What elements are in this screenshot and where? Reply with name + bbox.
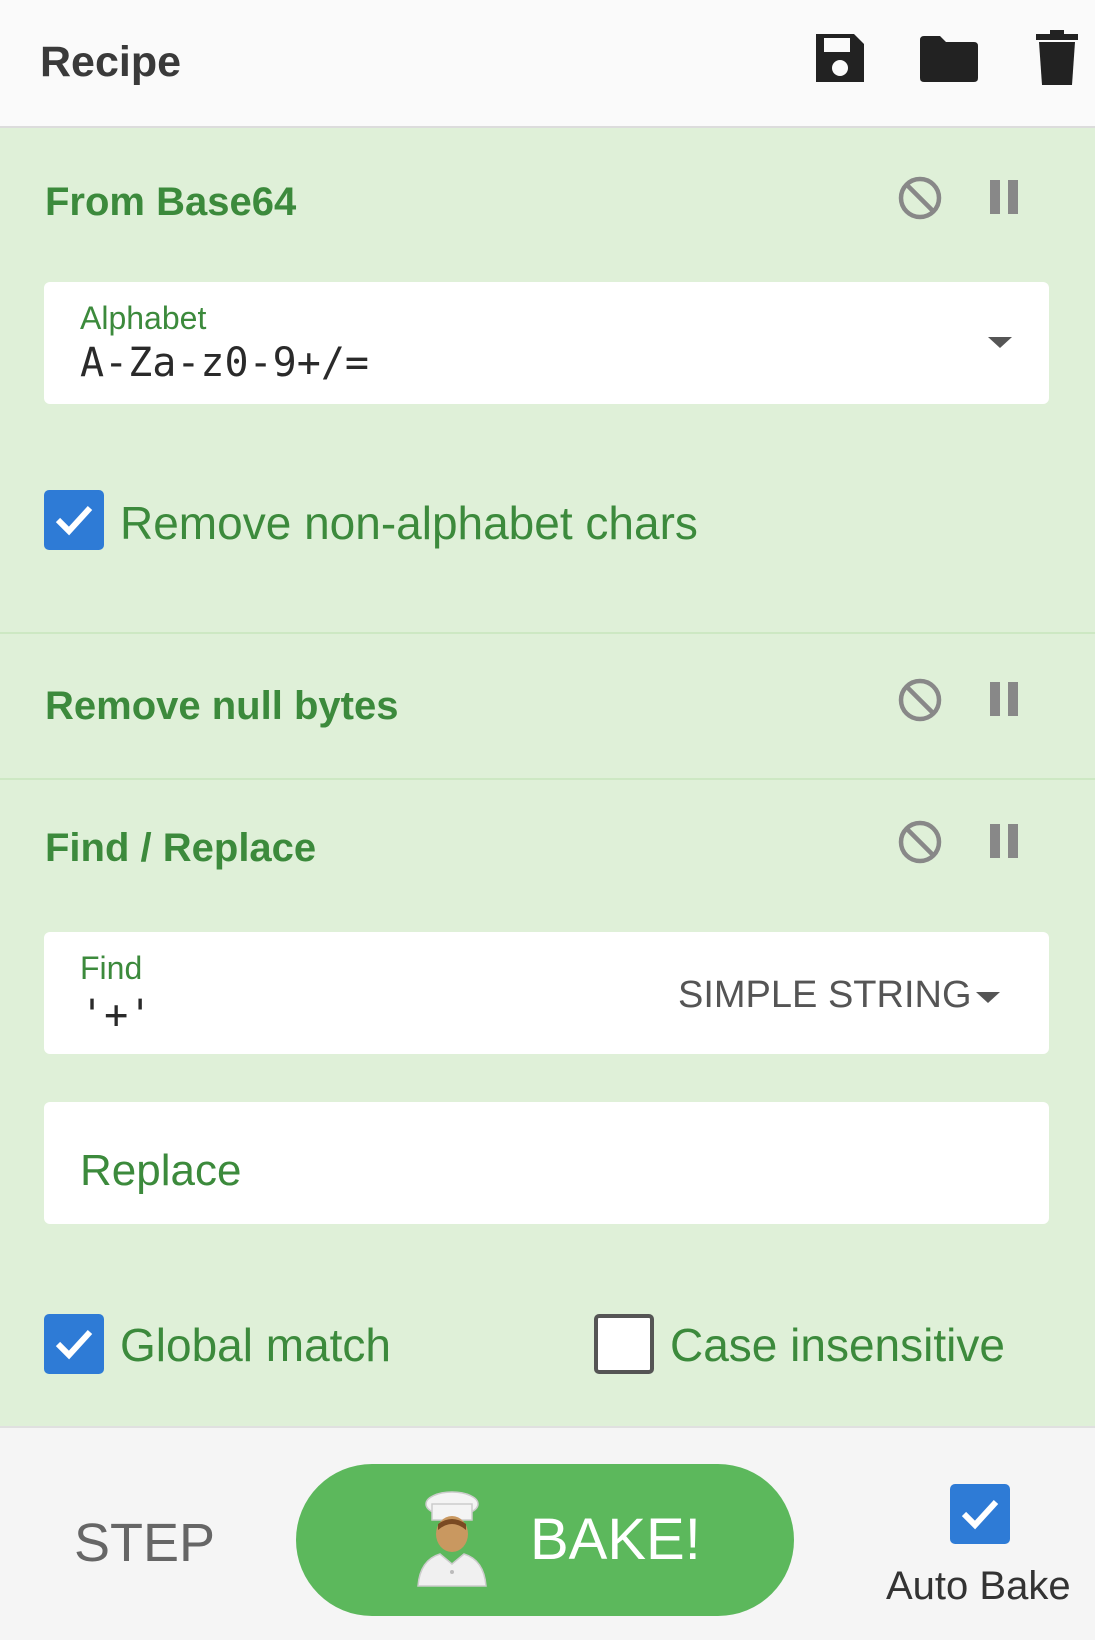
disable-icon[interactable] (896, 818, 944, 870)
case-insensitive-checkbox[interactable] (594, 1314, 654, 1374)
disable-icon[interactable] (896, 676, 944, 728)
global-match-label: Global match (120, 1319, 392, 1371)
chef-icon (412, 1490, 492, 1592)
operation-title: Find / Replace (45, 826, 317, 870)
operation-find-replace: Find / Replace Find '+' SIMPLE STRING Re… (0, 780, 1095, 1426)
step-button[interactable]: STEP (74, 1512, 215, 1574)
trash-icon[interactable] (1036, 30, 1078, 86)
bake-button[interactable]: BAKE! (296, 1464, 794, 1616)
remove-nonalpha-checkbox[interactable] (44, 490, 104, 550)
breakpoint-icon[interactable] (990, 180, 1020, 218)
alphabet-select[interactable]: Alphabet A-Za-z0-9+/= (44, 282, 1049, 404)
chevron-down-icon[interactable] (988, 337, 1012, 348)
find-label: Find (80, 950, 143, 986)
controls-footer: STEP BAKE! Auto Bake (0, 1426, 1095, 1640)
recipe-list: From Base64 Alphabet A-Za-z0-9+/= Remove… (0, 128, 1095, 1426)
operation-title: Remove null bytes (45, 684, 399, 728)
alphabet-value: A-Za-z0-9+/= (80, 340, 369, 386)
recipe-title: Recipe (40, 38, 182, 86)
operation-from-base64: From Base64 Alphabet A-Za-z0-9+/= Remove… (0, 128, 1095, 634)
operation-remove-null-bytes: Remove null bytes (0, 634, 1095, 776)
find-field[interactable]: Find '+' SIMPLE STRING (44, 932, 1049, 1054)
recipe-header: Recipe (0, 0, 1095, 128)
alphabet-label: Alphabet (80, 300, 207, 336)
replace-placeholder: Replace (80, 1146, 242, 1195)
case-insensitive-label: Case insensitive (670, 1319, 1005, 1371)
chevron-down-icon[interactable] (976, 992, 1000, 1003)
auto-bake-checkbox[interactable] (950, 1484, 1010, 1544)
operation-title: From Base64 (45, 180, 297, 224)
replace-field[interactable]: Replace (44, 1102, 1049, 1224)
disable-icon[interactable] (896, 174, 944, 226)
folder-icon[interactable] (918, 34, 980, 84)
breakpoint-icon[interactable] (990, 824, 1020, 862)
find-value: '+' (80, 992, 153, 1038)
find-mode-dropdown[interactable]: SIMPLE STRING (678, 974, 972, 1017)
bake-label: BAKE! (530, 1507, 701, 1572)
remove-nonalpha-label: Remove non-alphabet chars (120, 497, 698, 549)
breakpoint-icon[interactable] (990, 682, 1020, 720)
save-icon[interactable] (812, 30, 868, 86)
global-match-checkbox[interactable] (44, 1314, 104, 1374)
auto-bake-label: Auto Bake (886, 1564, 1071, 1608)
